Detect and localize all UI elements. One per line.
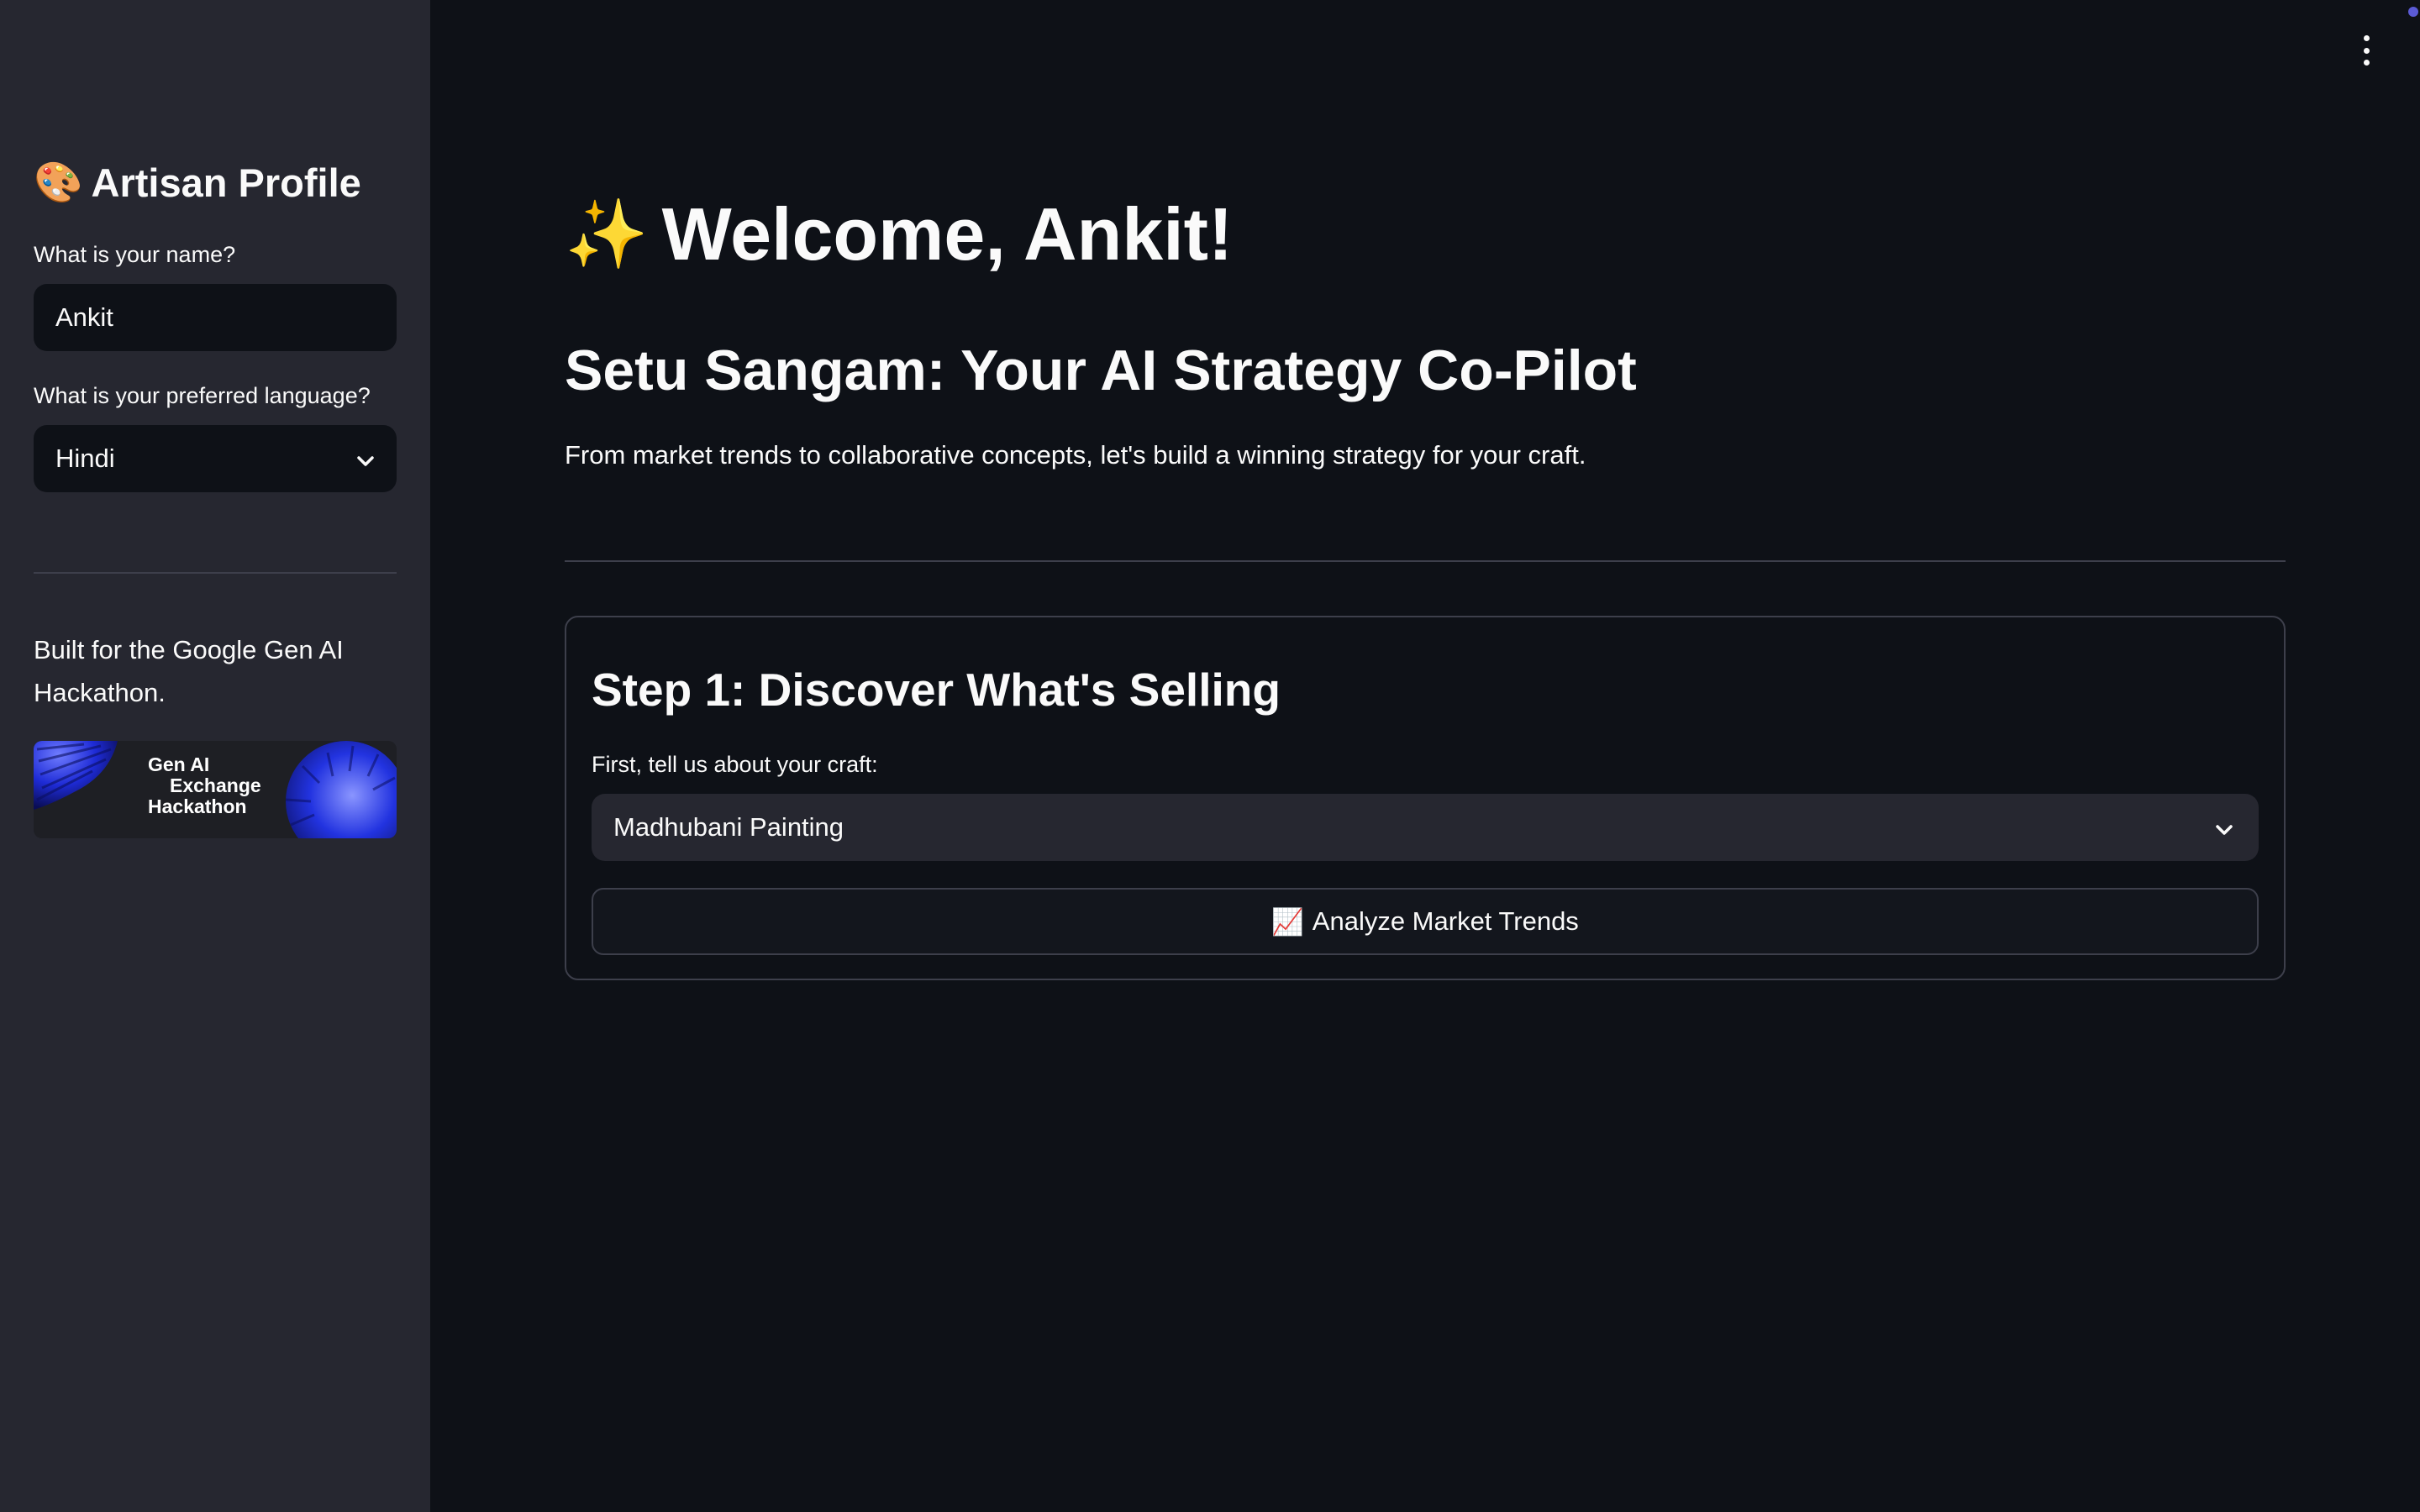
language-select[interactable]: Hindi — [34, 425, 397, 492]
sidebar-divider — [34, 572, 397, 574]
chevron-down-icon — [356, 444, 375, 474]
welcome-heading: Welcome, Ankit! — [661, 192, 1234, 276]
banner-text: Gen AI Exchange Hackathon — [148, 754, 261, 817]
language-select-value: Hindi — [55, 444, 115, 473]
step1-card: Step 1: Discover What's Selling First, t… — [565, 616, 2286, 980]
name-input[interactable]: Ankit — [34, 284, 397, 351]
sidebar-title-text: Artisan Profile — [91, 160, 361, 205]
palette-icon: 🎨 — [34, 160, 83, 206]
chart-increasing-icon: 📈 — [1271, 906, 1304, 937]
craft-label: First, tell us about your craft: — [592, 752, 878, 777]
page-title: ✨ Welcome, Ankit! — [565, 192, 1233, 277]
language-label: What is your preferred language? — [34, 383, 371, 408]
name-label: What is your name? — [34, 242, 236, 267]
sparkles-icon: ✨ — [565, 195, 649, 273]
app-root: 🎨 Artisan Profile What is your name? Ank… — [0, 0, 2420, 1512]
app-subtitle: Setu Sangam: Your AI Strategy Co-Pilot — [565, 339, 1637, 402]
name-input-value: Ankit — [55, 302, 113, 332]
hackathon-banner: Gen AI Exchange Hackathon — [34, 741, 397, 838]
craft-select[interactable]: Madhubani Painting — [592, 794, 2259, 861]
main-divider — [565, 560, 2286, 562]
analyze-button-label: Analyze Market Trends — [1312, 906, 1579, 936]
more-vertical-icon[interactable] — [2356, 35, 2376, 66]
analyze-market-trends-button[interactable]: 📈 Analyze Market Trends — [592, 888, 2259, 955]
banner-line: Gen AI — [148, 753, 210, 775]
hackathon-note: Built for the Google Gen AI Hackathon. — [34, 635, 344, 707]
step1-title: Step 1: Discover What's Selling — [592, 664, 1281, 716]
craft-select-value: Madhubani Painting — [613, 812, 844, 842]
banner-line: Exchange — [170, 774, 261, 796]
status-indicator — [2408, 7, 2418, 17]
app-tagline: From market trends to collaborative conc… — [565, 440, 1586, 470]
banner-line: Hackathon — [148, 795, 247, 817]
sidebar-title: 🎨 Artisan Profile — [34, 160, 361, 206]
sidebar: 🎨 Artisan Profile What is your name? Ank… — [0, 0, 430, 1512]
chevron-down-icon — [2215, 812, 2233, 843]
